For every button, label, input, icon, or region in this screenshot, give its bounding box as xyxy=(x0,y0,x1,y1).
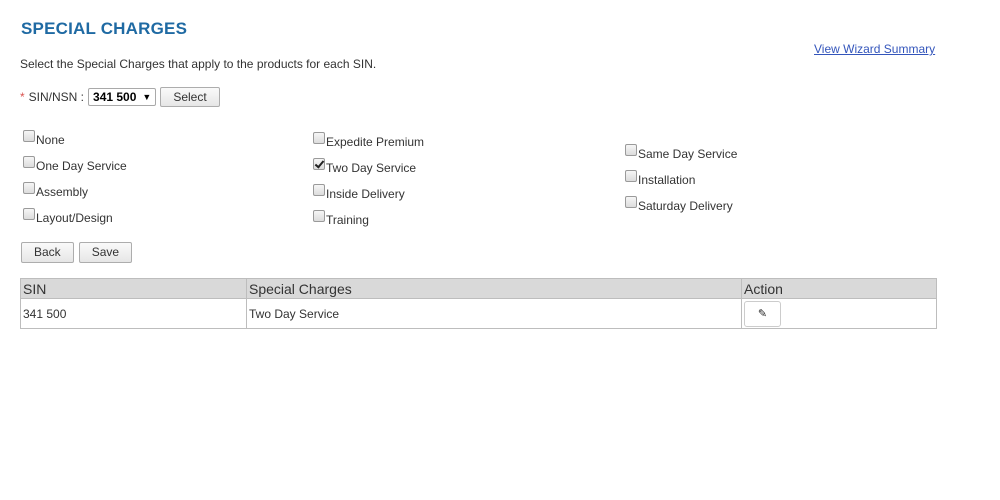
pencil-icon: ✎ xyxy=(757,308,768,320)
charge-option-one-day-service: One Day Service xyxy=(23,156,127,173)
same-day-service-label: Same Day Service xyxy=(638,147,738,161)
charge-option-saturday-delivery: Saturday Delivery xyxy=(625,196,733,213)
sin-selector-row: * SIN/NSN : 341 500 ▼ Select xyxy=(20,87,220,107)
same-day-service-checkbox[interactable] xyxy=(625,144,637,156)
special-charges-column-header: Special Charges xyxy=(246,278,742,299)
save-button[interactable]: Save xyxy=(78,242,133,263)
sin-nsn-dropdown[interactable]: 341 500 ▼ xyxy=(88,88,157,106)
charge-option-assembly: Assembly xyxy=(23,182,89,199)
charge-option-two-day-service: Two Day Service xyxy=(313,158,417,175)
sin-cell: 341 500 xyxy=(20,298,247,329)
charge-option-inside-delivery: Inside Delivery xyxy=(313,184,405,201)
instructions-text: Select the Special Charges that apply to… xyxy=(20,57,377,71)
two-day-service-checkbox[interactable] xyxy=(313,158,325,170)
layout-design-checkbox[interactable] xyxy=(23,208,35,220)
saturday-delivery-label: Saturday Delivery xyxy=(638,199,733,213)
assembly-label: Assembly xyxy=(36,185,89,199)
training-label: Training xyxy=(326,213,369,227)
chevron-down-icon: ▼ xyxy=(142,92,152,102)
two-day-service-label: Two Day Service xyxy=(326,161,417,175)
expedite-premium-checkbox[interactable] xyxy=(313,132,325,144)
layout-design-label: Layout/Design xyxy=(36,211,113,225)
required-mark: * xyxy=(20,90,25,104)
form-actions: Back Save xyxy=(21,242,133,263)
back-button[interactable]: Back xyxy=(21,242,74,263)
charge-option-installation: Installation xyxy=(625,170,696,187)
select-button[interactable]: Select xyxy=(160,87,220,107)
sin-nsn-label: SIN/NSN : xyxy=(28,90,85,104)
charge-option-layout-design: Layout/Design xyxy=(23,208,113,225)
installation-checkbox[interactable] xyxy=(625,170,637,182)
edit-button[interactable]: ✎ xyxy=(744,300,781,327)
page-title: SPECIAL CHARGES xyxy=(21,19,188,38)
training-checkbox[interactable] xyxy=(313,210,325,222)
charge-option-same-day-service: Same Day Service xyxy=(625,144,738,161)
charge-option-expedite-premium: Expedite Premium xyxy=(313,132,425,149)
none-label: None xyxy=(36,133,65,147)
saturday-delivery-checkbox[interactable] xyxy=(625,196,637,208)
action-column-header: Action xyxy=(741,278,937,299)
charge-option-none: None xyxy=(23,130,65,147)
one-day-service-checkbox[interactable] xyxy=(23,156,35,168)
inside-delivery-label: Inside Delivery xyxy=(326,187,405,201)
charge-option-training: Training xyxy=(313,210,369,227)
none-checkbox[interactable] xyxy=(23,130,35,142)
sin-column-header: SIN xyxy=(20,278,247,299)
action-cell: ✎ xyxy=(741,298,937,329)
special-charges-table: SIN Special Charges Action 341 500 Two D… xyxy=(20,278,937,329)
expedite-premium-label: Expedite Premium xyxy=(326,135,425,149)
one-day-service-label: One Day Service xyxy=(36,159,127,173)
table-header-row: SIN Special Charges Action xyxy=(20,278,937,299)
inside-delivery-checkbox[interactable] xyxy=(313,184,325,196)
sin-nsn-selected-value: 341 500 xyxy=(93,90,137,104)
installation-label: Installation xyxy=(638,173,696,187)
view-wizard-summary-link[interactable]: View Wizard Summary xyxy=(814,42,935,56)
table-row: 341 500 Two Day Service ✎ xyxy=(20,298,937,329)
assembly-checkbox[interactable] xyxy=(23,182,35,194)
special-charges-page: SPECIAL CHARGES View Wizard Summary Sele… xyxy=(0,0,1000,500)
special-charges-cell: Two Day Service xyxy=(246,298,742,329)
